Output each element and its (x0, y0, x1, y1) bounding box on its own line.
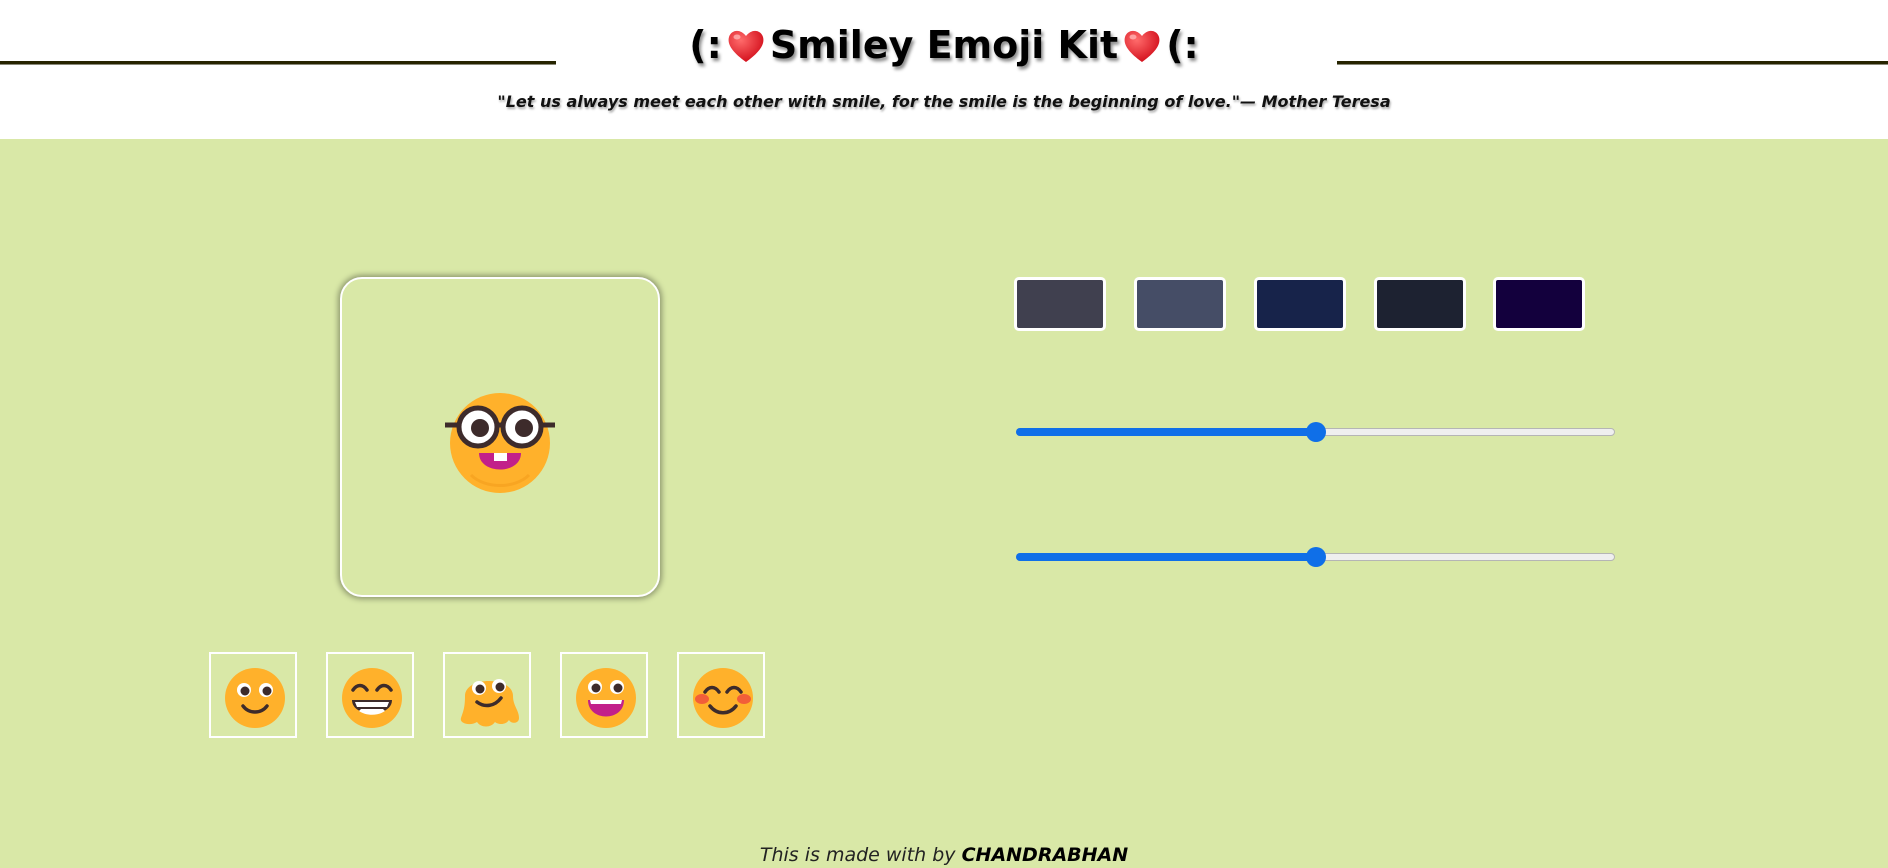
grinning-squinting-face-icon (342, 668, 402, 728)
slider-fill (1016, 428, 1316, 436)
page-title: (: Smiley Emoji Kit (: (0, 20, 1888, 70)
heart-icon (728, 30, 764, 62)
heart-icon (1124, 30, 1160, 62)
color-swatch-3[interactable] (1254, 277, 1346, 331)
emoji-option-slightly-smiling[interactable] (209, 652, 297, 738)
slightly-smiling-face-icon (225, 668, 285, 728)
emoji-option-melting[interactable] (443, 652, 531, 738)
rotation-slider[interactable] (1016, 547, 1615, 567)
color-swatch-1[interactable] (1014, 277, 1106, 331)
footer-credit: This is made with by CHANDRABHAN (0, 844, 1888, 866)
header: (: Smiley Emoji Kit (: "Let us always meet… (0, 0, 1888, 139)
title-text: Smiley Emoji Kit (769, 23, 1119, 67)
size-slider[interactable] (1016, 422, 1615, 442)
color-swatch-2[interactable] (1134, 277, 1226, 331)
grinning-face-big-eyes-icon (576, 668, 636, 728)
emoji-kit-main: This is made with by CHANDRABHAN (0, 139, 1888, 868)
emoji-option-grinning-big-eyes[interactable] (560, 652, 648, 738)
footer-text: This is made with by (759, 844, 956, 866)
slider-fill (1016, 553, 1316, 561)
title-prefix: (: (689, 23, 722, 67)
melting-face-icon (460, 679, 519, 727)
color-swatch-4[interactable] (1374, 277, 1466, 331)
slider-handle[interactable] (1306, 422, 1326, 442)
nerd-face-icon (445, 393, 555, 493)
footer-author: CHANDRABHAN (961, 844, 1129, 866)
title-suffix: (: (1166, 23, 1199, 67)
emoji-preview-box (340, 277, 660, 597)
color-swatch-5[interactable] (1493, 277, 1585, 331)
quote-text: "Let us always meet each other with smil… (497, 92, 1391, 111)
emoji-option-grinning-squinting[interactable] (326, 652, 414, 738)
smiling-face-blush-icon (693, 668, 753, 728)
slider-handle[interactable] (1306, 547, 1326, 567)
emoji-option-smiling-blush[interactable] (677, 652, 765, 738)
